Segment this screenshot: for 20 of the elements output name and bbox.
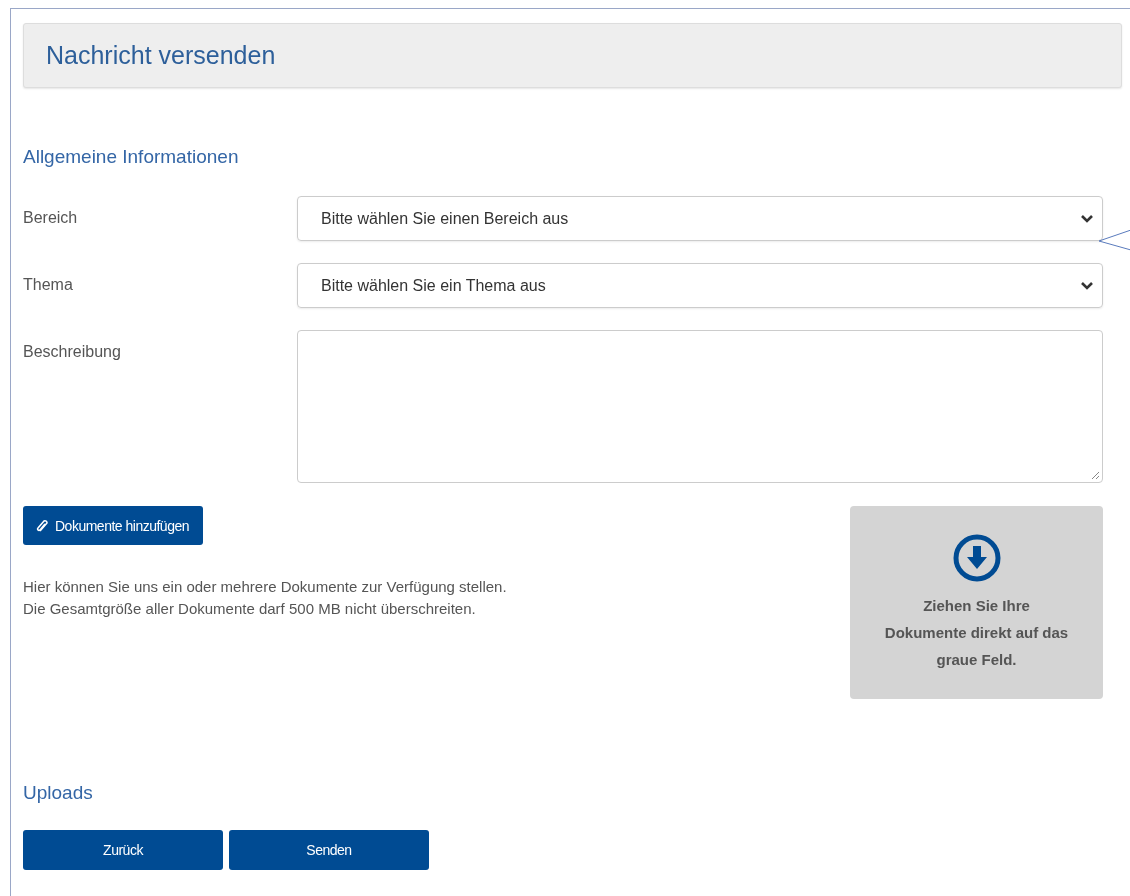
paperclip-icon [35, 518, 51, 533]
chevron-down-icon [1080, 280, 1094, 291]
back-button[interactable]: Zurück [23, 830, 223, 870]
send-button[interactable]: Senden [229, 830, 429, 870]
chevron-down-icon [1080, 213, 1094, 224]
description-field[interactable] [297, 330, 1103, 483]
section-heading: Allgemeine Informationen [23, 146, 240, 169]
field-label: Thema [23, 275, 74, 294]
drop-zone[interactable]: Ziehen Sie Ihre Dokumente direkt auf das graue Feld. [850, 506, 1103, 699]
dropdown-field[interactable]: Bitte wählen Sie ein Thema aus [297, 263, 1103, 308]
dropdown-field[interactable]: Bitte wählen Sie einen Bereich aus [297, 196, 1103, 241]
upload-info-text: Hier können Sie uns ein oder mehrere Dokumente zur Verfügung stellen. Die Gesamtgröße aller Dokumente darf 500 MB nicht überschreiten. [23, 577, 507, 619]
leader-line [1099, 229, 1130, 251]
page-title: Nachricht versenden [46, 41, 276, 70]
resize-handle-icon[interactable] [1090, 470, 1100, 480]
add-documents-button[interactable]: Dokumente hinzufügen [23, 506, 203, 545]
field-label: Bereich [23, 208, 79, 227]
drop-zone-text: Ziehen Sie Ihre Dokumente direkt auf das graue Feld. [883, 596, 1070, 670]
field-label: Beschreibung [23, 342, 122, 361]
section-heading: Uploads [23, 782, 94, 805]
